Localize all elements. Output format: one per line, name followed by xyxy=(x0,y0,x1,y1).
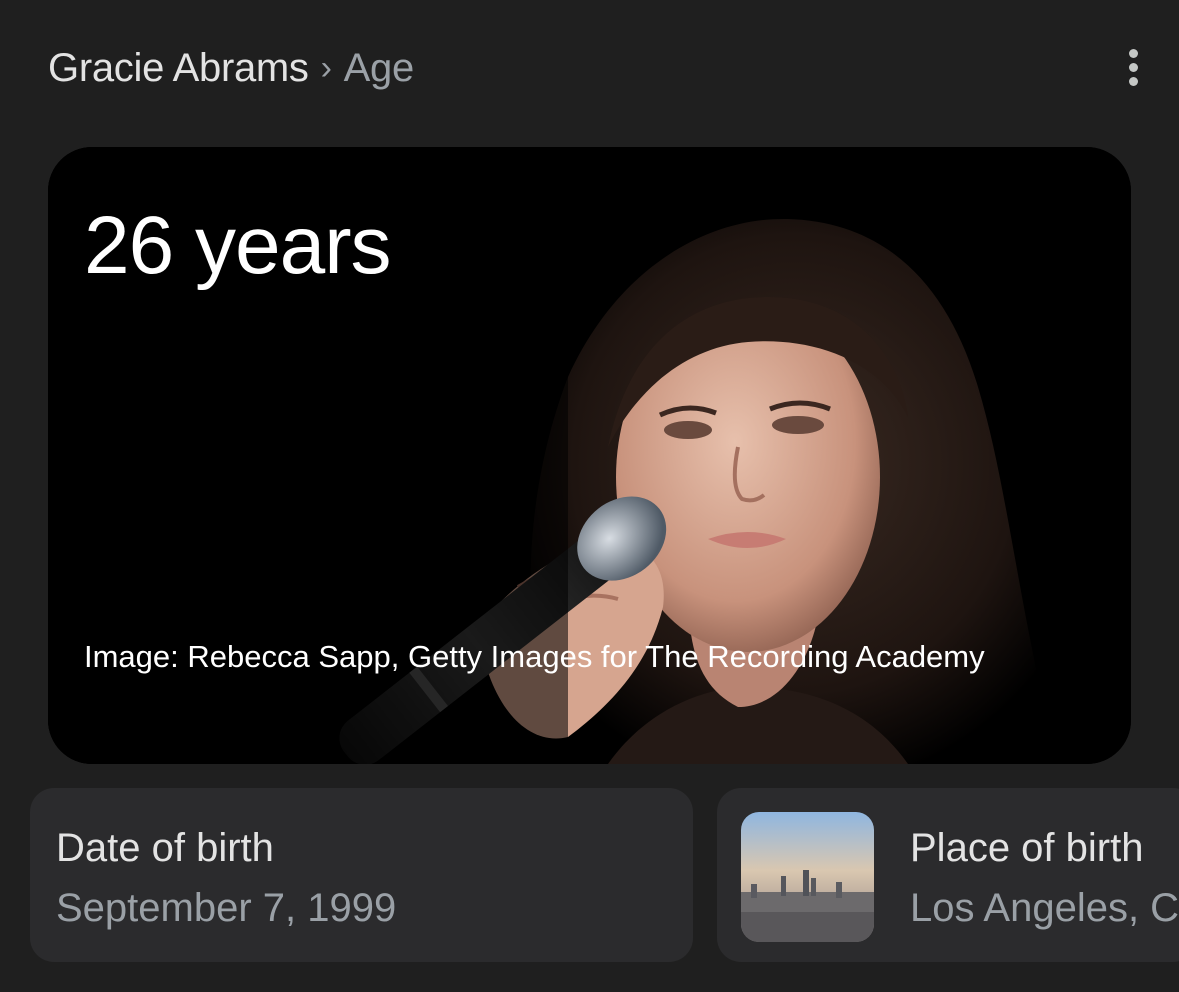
breadcrumb: Gracie Abrams › Age xyxy=(48,40,414,96)
date-of-birth-label: Date of birth xyxy=(56,826,274,870)
image-credit: Image: Rebecca Sapp, Getty Images for Th… xyxy=(84,639,985,674)
more-vert-icon-dot xyxy=(1128,76,1138,86)
city-skyline-thumbnail xyxy=(741,812,874,942)
age-hero-card[interactable]: 26 years Image: Rebecca Sapp, Getty Imag… xyxy=(48,147,1131,764)
more-vert-icon-dot xyxy=(1128,62,1138,72)
breadcrumb-entity[interactable]: Gracie Abrams xyxy=(48,46,309,91)
date-of-birth-value: September 7, 1999 xyxy=(56,886,397,930)
breadcrumb-current: Age xyxy=(343,45,415,90)
more-vert-icon-dot xyxy=(1128,48,1138,58)
age-value: 26 years xyxy=(84,200,392,291)
place-of-birth-card[interactable]: Place of birth Los Angeles, C xyxy=(717,788,1179,962)
breadcrumb-separator: › xyxy=(320,48,332,87)
more-options-button[interactable] xyxy=(1110,44,1156,90)
place-of-birth-label: Place of birth xyxy=(910,826,1144,870)
date-of-birth-card[interactable]: Date of birth September 7, 1999 xyxy=(30,788,693,962)
place-of-birth-value: Los Angeles, C xyxy=(910,886,1179,930)
